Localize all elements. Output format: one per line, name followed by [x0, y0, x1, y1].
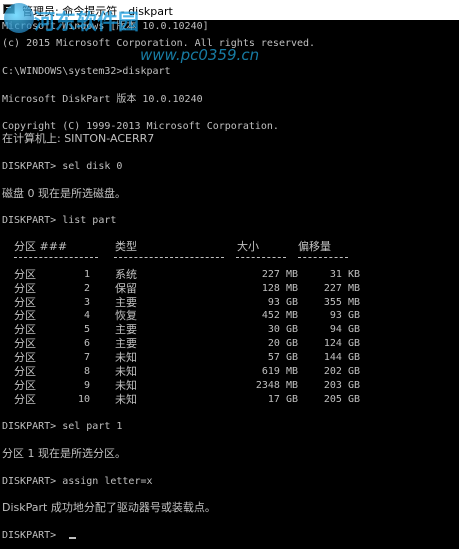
row-offset: 227 MB: [323, 283, 360, 294]
column-header-offset: 偏移量: [298, 240, 331, 253]
row-offset: 144 GB: [323, 352, 360, 363]
row-type: 主要: [115, 337, 137, 350]
row-type: 系统: [115, 268, 137, 281]
row-type: 主要: [115, 323, 137, 336]
rule-segment: [14, 257, 98, 259]
row-number: 2: [83, 283, 90, 294]
watermark-brand: 河东软件园: [34, 10, 139, 34]
watermark-logo-icon: [4, 3, 34, 33]
row-number: 10: [77, 394, 90, 405]
row-size: 20 GB: [267, 338, 298, 349]
row-type: 保留: [115, 282, 137, 295]
watermark-url: www.pc0359.cn: [140, 46, 260, 64]
partition-table: 分区 ### 类型 大小 偏移量 分区 1 系统 227 MB 31 KB 分区…: [0, 20, 459, 420]
row-size: 227 MB: [261, 269, 298, 280]
row-number: 8: [83, 366, 90, 377]
row-number: 7: [83, 352, 90, 363]
row-number: 3: [83, 297, 90, 308]
column-header-type: 类型: [115, 240, 137, 253]
row-number: 6: [83, 338, 90, 349]
row-type: 恢复: [115, 309, 137, 322]
row-label: 分区: [14, 365, 36, 378]
row-size: 452 MB: [261, 310, 298, 321]
row-offset: 355 MB: [323, 297, 360, 308]
row-size: 30 GB: [267, 324, 298, 335]
row-size: 17 GB: [267, 394, 298, 405]
row-type: 未知: [115, 393, 137, 406]
row-offset: 203 GB: [323, 380, 360, 391]
rule-segment: [298, 257, 348, 259]
row-offset: 93 GB: [329, 310, 360, 321]
row-size: 93 GB: [267, 297, 298, 308]
partition-table-rule: [0, 257, 459, 259]
row-type: 未知: [115, 365, 137, 378]
rule-segment: [114, 257, 224, 259]
console-line-output: 分区 1 现在是所选分区。: [2, 447, 126, 460]
row-offset: 31 KB: [329, 269, 360, 280]
row-size: 619 MB: [261, 366, 298, 377]
row-type: 未知: [115, 351, 137, 364]
row-label: 分区: [14, 337, 36, 350]
row-number: 5: [83, 324, 90, 335]
column-header-size: 大小: [237, 240, 259, 253]
row-offset: 124 GB: [323, 338, 360, 349]
row-label: 分区: [14, 393, 36, 406]
command-prompt[interactable]: DISKPART>: [2, 530, 62, 542]
row-size: 2348 MB: [255, 380, 298, 391]
text-cursor: [69, 537, 76, 539]
row-label: 分区: [14, 282, 36, 295]
row-size: 57 GB: [267, 352, 298, 363]
console-line-command: DISKPART> sel part 1: [2, 421, 123, 432]
row-number: 1: [83, 269, 90, 280]
row-label: 分区: [14, 296, 36, 309]
row-label: 分区: [14, 323, 36, 336]
row-offset: 202 GB: [323, 366, 360, 377]
row-number: 4: [83, 310, 90, 321]
console-output[interactable]: Microsoft Windows [版本 10.0.10240] (c) 20…: [0, 20, 459, 549]
row-label: 分区: [14, 309, 36, 322]
rule-segment: [236, 257, 286, 259]
row-size: 128 MB: [261, 283, 298, 294]
row-number: 9: [83, 380, 90, 391]
row-label: 分区: [14, 351, 36, 364]
row-label: 分区: [14, 379, 36, 392]
row-offset: 94 GB: [329, 324, 360, 335]
console-line-command: DISKPART> assign letter=x: [2, 476, 153, 487]
column-header-partition: 分区 ###: [14, 240, 68, 253]
row-type: 主要: [115, 296, 137, 309]
row-offset: 205 GB: [323, 394, 360, 405]
row-type: 未知: [115, 379, 137, 392]
console-line-output: DiskPart 成功地分配了驱动器号或装载点。: [2, 501, 216, 514]
row-label: 分区: [14, 268, 36, 281]
